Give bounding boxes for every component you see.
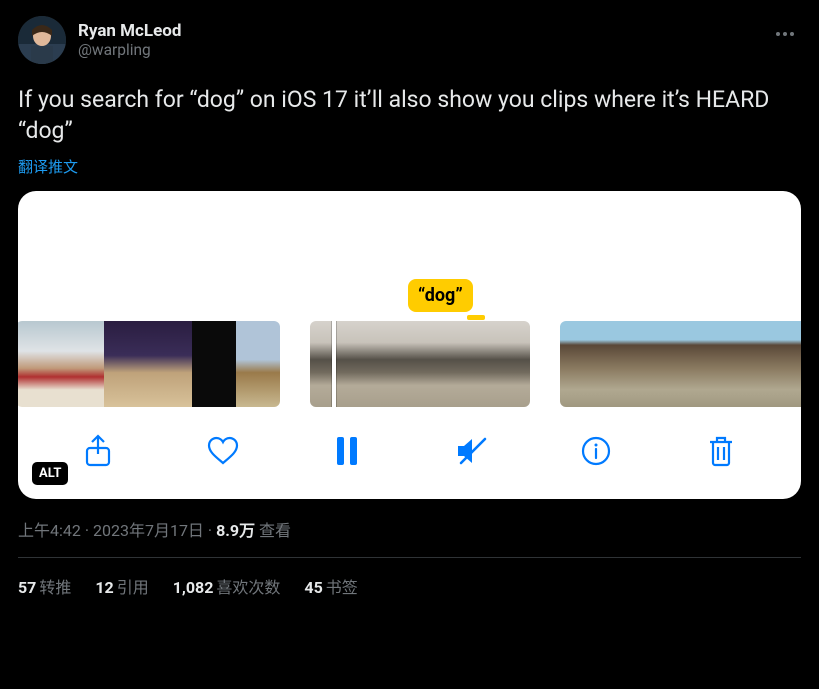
- timeline-highlight-marker: [467, 315, 485, 320]
- author-block[interactable]: Ryan McLeod @warpling: [18, 16, 181, 64]
- tweet-container: Ryan McLeod @warpling If you search for …: [0, 0, 819, 614]
- media-card[interactable]: “dog”: [18, 191, 801, 499]
- clip-frame: [192, 321, 236, 407]
- tweet-header: Ryan McLeod @warpling: [18, 16, 801, 64]
- timeline-wrap: [18, 321, 801, 407]
- mute-button[interactable]: [450, 429, 494, 473]
- author-text: Ryan McLeod @warpling: [78, 21, 181, 60]
- author-handle[interactable]: @warpling: [78, 41, 181, 60]
- clip-frame: [780, 321, 801, 407]
- retweets-stat[interactable]: 57转推: [18, 574, 71, 598]
- tweet-time[interactable]: 上午4:42: [18, 521, 81, 540]
- clip-frame: [560, 321, 604, 407]
- avatar[interactable]: [18, 16, 66, 64]
- clip-frame: [236, 321, 280, 407]
- clip-frame: [648, 321, 692, 407]
- clip-frame: [442, 321, 486, 407]
- share-button[interactable]: [76, 429, 120, 473]
- pause-button[interactable]: [325, 429, 369, 473]
- author-name[interactable]: Ryan McLeod: [78, 21, 181, 41]
- like-button[interactable]: [201, 429, 245, 473]
- info-button[interactable]: [574, 429, 618, 473]
- more-button[interactable]: [769, 16, 801, 45]
- clip-frame: [736, 321, 780, 407]
- clip-group-3[interactable]: [560, 321, 801, 407]
- clip-frame: [692, 321, 736, 407]
- alt-badge[interactable]: ALT: [32, 462, 68, 485]
- views-count: 8.9万: [216, 521, 255, 540]
- clip-frame: [60, 321, 104, 407]
- likes-stat[interactable]: 1,082喜欢次数: [173, 574, 281, 598]
- media-blank-area: [18, 209, 801, 279]
- trash-button[interactable]: [699, 429, 743, 473]
- tweet-date[interactable]: 2023年7月17日: [93, 521, 204, 540]
- clip-frame: [398, 321, 442, 407]
- clip-frame: [148, 321, 192, 407]
- clip-frame: [486, 321, 530, 407]
- playhead[interactable]: [332, 321, 336, 407]
- translate-link[interactable]: 翻译推文: [18, 156, 801, 177]
- clip-frame: [104, 321, 148, 407]
- media-toolbar: [18, 407, 801, 499]
- clip-frame: [604, 321, 648, 407]
- search-term-tag: “dog”: [408, 279, 473, 312]
- tag-row: “dog”: [18, 279, 801, 317]
- clip-group-2[interactable]: [310, 321, 530, 407]
- bookmarks-stat[interactable]: 45书签: [304, 574, 357, 598]
- timeline-scrubber[interactable]: [18, 321, 801, 407]
- quotes-stat[interactable]: 12引用: [95, 574, 148, 598]
- views-label: 查看: [255, 521, 291, 540]
- stats-row: 57转推 12引用 1,082喜欢次数 45书签: [18, 558, 801, 598]
- tweet-meta: 上午4:42 · 2023年7月17日 · 8.9万 查看: [18, 517, 801, 541]
- clip-frame: [18, 321, 60, 407]
- tweet-text: If you search for “dog” on iOS 17 it’ll …: [18, 84, 801, 146]
- clip-group-1[interactable]: [18, 321, 280, 407]
- clip-frame: [354, 321, 398, 407]
